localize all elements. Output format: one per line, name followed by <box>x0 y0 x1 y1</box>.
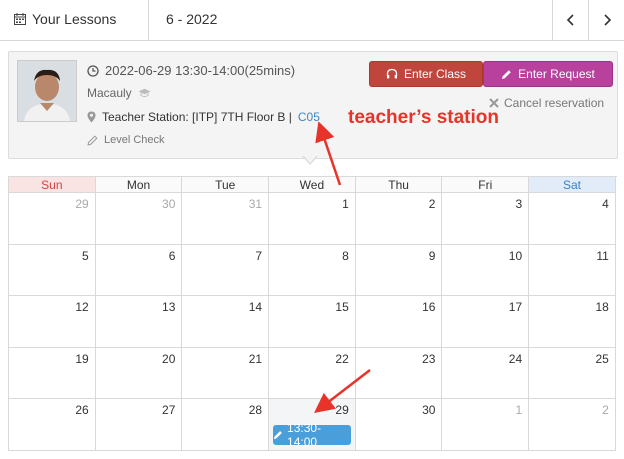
arrow-to-lesson <box>314 369 371 414</box>
arrow-to-station <box>315 121 342 186</box>
annotation-arrows <box>314 121 371 414</box>
